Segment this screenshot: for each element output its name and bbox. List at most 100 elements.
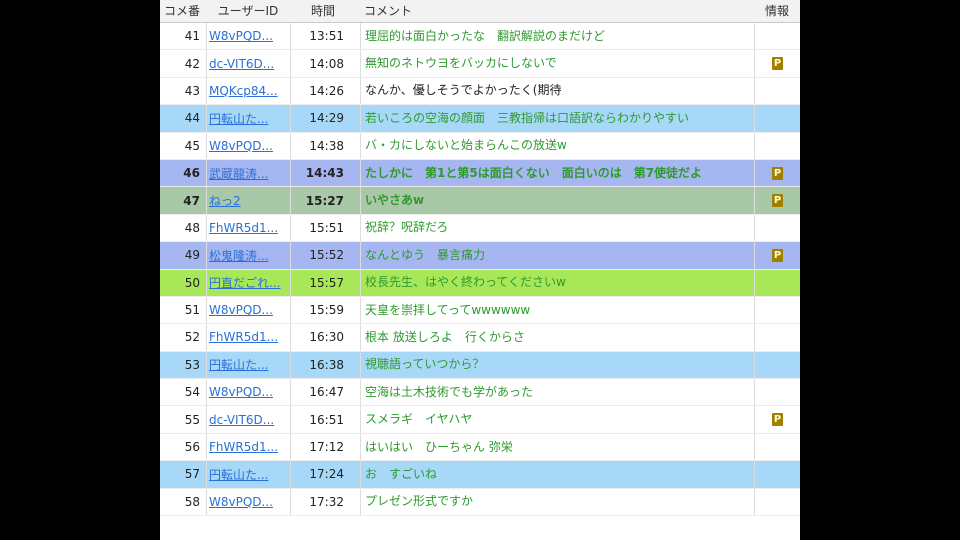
user-id-link[interactable]: W8vPQD...	[206, 379, 288, 406]
info-cell: P	[754, 159, 800, 187]
user-id-link[interactable]: FhWR5d1...	[206, 214, 288, 242]
info-cell	[754, 132, 800, 159]
comment-time: 13:51	[290, 23, 358, 50]
table-row[interactable]: 41 W8vPQD... 13:51 理屈的は面白かったな 翻訳解説のまだけど	[160, 23, 800, 51]
table-row[interactable]: 58 W8vPQD... 17:32 プレゼン形式ですか	[160, 488, 800, 517]
info-cell	[754, 379, 800, 406]
user-id-link[interactable]: W8vPQD...	[206, 488, 288, 516]
info-cell: P	[754, 406, 800, 433]
comment-time: 14:29	[290, 105, 358, 132]
table-row[interactable]: 42 dc-VIT6D... 14:08 無知のネトウヨをバッカにしないで P	[160, 50, 800, 78]
user-id-link[interactable]: FhWR5d1...	[206, 324, 288, 351]
user-id-link[interactable]: W8vPQD...	[206, 296, 288, 324]
comment-time: 16:51	[290, 406, 358, 433]
user-id-link[interactable]: W8vPQD...	[206, 23, 288, 50]
comment-text: いやさあw	[360, 187, 754, 214]
comment-text: バ・カにしないと始まらんこの放送w	[360, 132, 754, 159]
user-id-link[interactable]: 円直だごれ...	[206, 269, 288, 296]
comment-time: 14:26	[290, 77, 358, 105]
comment-time: 15:51	[290, 214, 358, 242]
user-id-link[interactable]: 円転山た...	[206, 461, 288, 488]
comment-number: 44	[184, 111, 200, 126]
header-user-id[interactable]: ユーザーID	[206, 0, 290, 22]
user-id-link[interactable]: dc-VIT6D...	[206, 50, 288, 77]
comment-text: 根本 放送しろよ 行くからさ	[360, 324, 754, 351]
comment-time: 15:59	[290, 296, 358, 324]
table-row[interactable]: 50 円直だごれ... 15:57 校長先生、はやく終わってくださいw	[160, 269, 800, 297]
user-id-link[interactable]: 円転山た...	[206, 105, 288, 132]
comment-time: 14:38	[290, 132, 358, 159]
comment-time: 16:30	[290, 324, 358, 351]
table-row[interactable]: 43 MQKcp84... 14:26 なんか、優しそうでよかったく(期待	[160, 77, 800, 106]
header-comment-number[interactable]: コメ番	[160, 0, 204, 22]
comment-text: プレゼン形式ですか	[360, 488, 754, 516]
comment-number: 58	[184, 494, 200, 509]
comment-number: 43	[184, 83, 200, 98]
info-cell	[754, 488, 800, 516]
info-cell	[754, 214, 800, 242]
user-id-link[interactable]: W8vPQD...	[206, 132, 288, 159]
table-row[interactable]: 55 dc-VIT6D... 16:51 スメラギ イヤハヤ P	[160, 406, 800, 434]
comment-text: 祝辞？呪辞だろ	[360, 214, 754, 242]
info-cell	[754, 105, 800, 132]
comment-time: 15:52	[290, 242, 358, 269]
comment-number: 42	[184, 56, 200, 71]
user-id-link[interactable]: ねっ2	[206, 187, 288, 214]
premium-icon: P	[772, 194, 783, 208]
info-cell	[754, 461, 800, 488]
user-id-link[interactable]: 円転山た...	[206, 351, 288, 379]
comment-number: 41	[184, 29, 200, 44]
comment-text: 理屈的は面白かったな 翻訳解説のまだけど	[360, 23, 754, 50]
comment-text: 空海は土木技術でも学があった	[360, 379, 754, 406]
header-time[interactable]: 時間	[290, 0, 356, 22]
user-id-link[interactable]: FhWR5d1...	[206, 433, 288, 461]
comment-text: 無知のネトウヨをバッカにしないで	[360, 50, 754, 77]
comment-number: 53	[184, 357, 200, 372]
info-cell	[754, 77, 800, 105]
premium-icon: P	[772, 166, 783, 180]
header-comment[interactable]: コメント	[364, 0, 744, 22]
info-cell	[754, 269, 800, 296]
premium-icon: P	[772, 248, 783, 262]
comment-time: 16:38	[290, 351, 358, 379]
table-row[interactable]: 49 松鬼隆涛... 15:52 なんとゆう 暴言痛力 P	[160, 242, 800, 270]
user-id-link[interactable]: dc-VIT6D...	[206, 406, 288, 433]
user-id-link[interactable]: 武蔵龍涛...	[206, 159, 288, 187]
comment-time: 14:08	[290, 50, 358, 77]
comment-time: 15:27	[290, 187, 358, 214]
header-info[interactable]: 情報	[754, 0, 800, 22]
table-row[interactable]: 46 武蔵龍涛... 14:43 たしかに 第1と第5は面白くない 面白いのは 第7使…	[160, 159, 800, 188]
comment-rows: 41 W8vPQD... 13:51 理屈的は面白かったな 翻訳解説のまだけど 42 dc…	[160, 23, 800, 517]
info-cell: P	[754, 187, 800, 214]
info-cell: P	[754, 242, 800, 269]
table-row[interactable]: 47 ねっ2 15:27 いやさあw P	[160, 187, 800, 215]
comment-text: お すごいね	[360, 461, 754, 488]
table-row[interactable]: 56 FhWR5d1... 17:12 はいはい ひーちゃん 弥栄	[160, 433, 800, 462]
comment-number: 49	[184, 248, 200, 263]
table-row[interactable]: 57 円転山た... 17:24 お すごいね	[160, 461, 800, 489]
comment-number: 47	[183, 193, 200, 208]
table-row[interactable]: 45 W8vPQD... 14:38 バ・カにしないと始まらんこの放送w	[160, 132, 800, 160]
table-row[interactable]: 52 FhWR5d1... 16:30 根本 放送しろよ 行くからさ	[160, 324, 800, 352]
comment-time: 16:47	[290, 379, 358, 406]
user-id-link[interactable]: 松鬼隆涛...	[206, 242, 288, 269]
comment-number: 50	[184, 275, 200, 290]
user-id-link[interactable]: MQKcp84...	[206, 77, 288, 105]
comment-list-panel: コメ番 ユーザーID 時間 コメント 情報 41 W8vPQD... 13:51 理屈…	[160, 0, 800, 540]
table-row[interactable]: 48 FhWR5d1... 15:51 祝辞？呪辞だろ	[160, 214, 800, 243]
table-row[interactable]: 51 W8vPQD... 15:59 天皇を崇拝してってwwwwww	[160, 296, 800, 325]
info-cell	[754, 351, 800, 379]
comment-text: はいはい ひーちゃん 弥栄	[360, 433, 754, 461]
comment-number: 55	[184, 412, 200, 427]
info-cell	[754, 296, 800, 324]
comment-text: なんか、優しそうでよかったく(期待	[360, 77, 754, 105]
comment-text: 視聴語っていつから？	[360, 351, 754, 379]
table-row[interactable]: 54 W8vPQD... 16:47 空海は土木技術でも学があった	[160, 379, 800, 407]
comment-time: 17:32	[290, 488, 358, 516]
table-row[interactable]: 53 円転山た... 16:38 視聴語っていつから？	[160, 351, 800, 380]
comment-time: 17:24	[290, 461, 358, 488]
comment-text: 天皇を崇拝してってwwwwww	[360, 296, 754, 324]
comment-time: 15:57	[290, 269, 358, 296]
table-row[interactable]: 44 円転山た... 14:29 若いころの空海の顔面 三教指帰は口語訳ならわかりやす…	[160, 105, 800, 133]
comment-number: 52	[184, 330, 200, 345]
